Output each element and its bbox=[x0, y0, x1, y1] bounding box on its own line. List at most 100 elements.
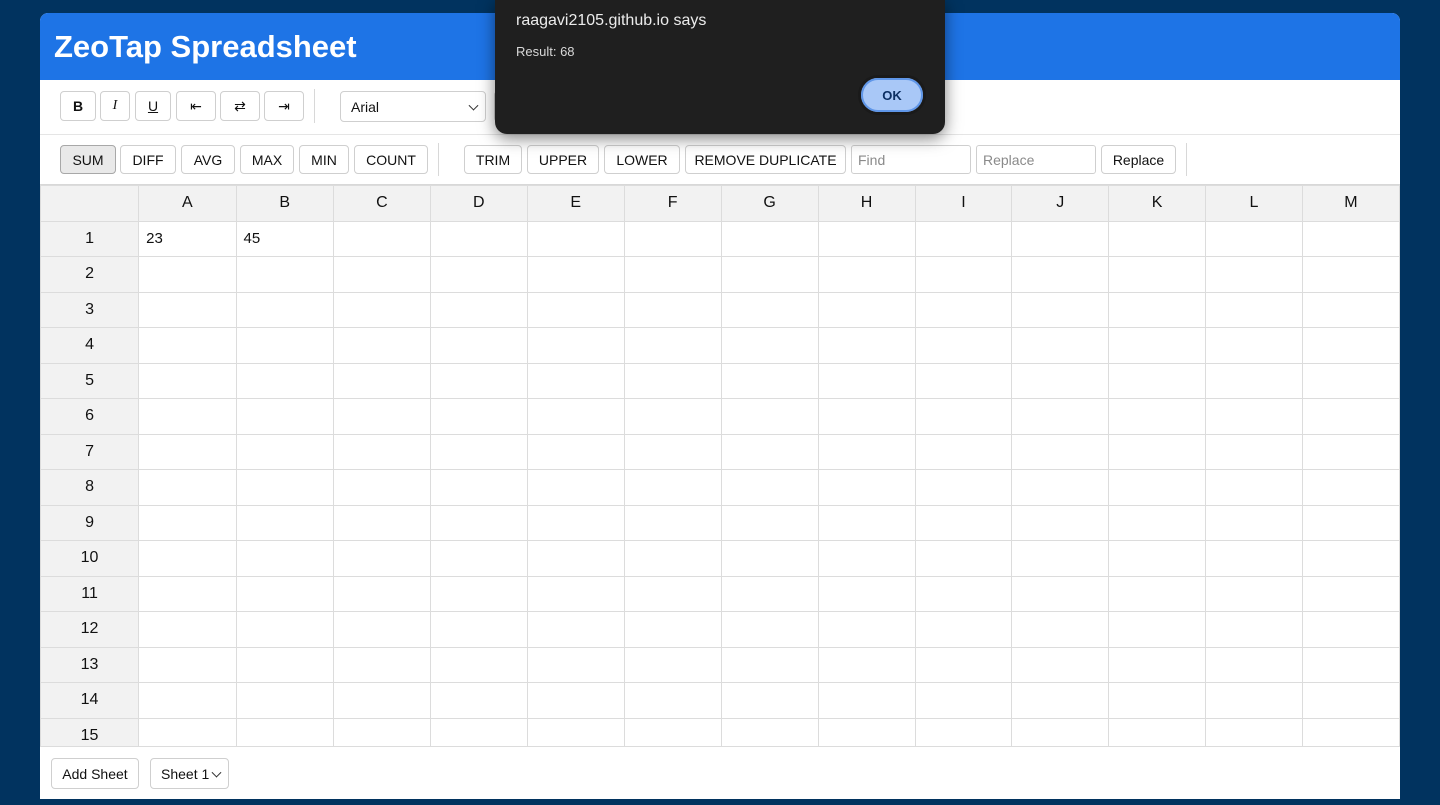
count-button[interactable]: COUNT bbox=[354, 145, 428, 174]
cell-m1[interactable] bbox=[1301, 220, 1400, 257]
cell-b2[interactable] bbox=[235, 256, 334, 293]
cell-b5[interactable] bbox=[235, 362, 334, 399]
cell-e11[interactable] bbox=[526, 575, 625, 612]
cell-c10[interactable] bbox=[332, 540, 431, 577]
cell-h10[interactable] bbox=[817, 540, 916, 577]
cell-g7[interactable] bbox=[720, 433, 819, 470]
cell-g14[interactable] bbox=[720, 682, 819, 719]
cell-f5[interactable] bbox=[623, 362, 722, 399]
cell-k5[interactable] bbox=[1108, 362, 1207, 399]
cell-e12[interactable] bbox=[526, 611, 625, 648]
cell-g4[interactable] bbox=[720, 327, 819, 364]
cell-e3[interactable] bbox=[526, 291, 625, 328]
cell-j11[interactable] bbox=[1011, 575, 1110, 612]
cell-a9[interactable] bbox=[138, 504, 237, 541]
cell-c11[interactable] bbox=[332, 575, 431, 612]
cell-l14[interactable] bbox=[1205, 682, 1303, 719]
cell-e14[interactable] bbox=[526, 682, 625, 719]
row-header-9[interactable]: 9 bbox=[40, 504, 140, 541]
row-header-14[interactable]: 14 bbox=[40, 682, 140, 719]
cell-j1[interactable] bbox=[1011, 220, 1110, 257]
column-header-k[interactable]: K bbox=[1108, 185, 1207, 222]
cell-i4[interactable] bbox=[914, 327, 1013, 364]
cell-m11[interactable] bbox=[1301, 575, 1400, 612]
cell-d5[interactable] bbox=[429, 362, 528, 399]
column-header-m[interactable]: M bbox=[1301, 185, 1400, 222]
cell-l5[interactable] bbox=[1205, 362, 1303, 399]
cell-g15[interactable] bbox=[720, 717, 819, 746]
cell-k6[interactable] bbox=[1108, 398, 1207, 435]
cell-e10[interactable] bbox=[526, 540, 625, 577]
cell-h14[interactable] bbox=[817, 682, 916, 719]
cell-f11[interactable] bbox=[623, 575, 722, 612]
cell-f2[interactable] bbox=[623, 256, 722, 293]
cell-m4[interactable] bbox=[1301, 327, 1400, 364]
cell-l11[interactable] bbox=[1205, 575, 1303, 612]
replace-input[interactable] bbox=[976, 145, 1096, 174]
cell-a2[interactable] bbox=[138, 256, 237, 293]
cell-h12[interactable] bbox=[817, 611, 916, 648]
cell-f15[interactable] bbox=[623, 717, 722, 746]
cell-k7[interactable] bbox=[1108, 433, 1207, 470]
find-input[interactable] bbox=[851, 145, 971, 174]
cell-m9[interactable] bbox=[1301, 504, 1400, 541]
column-header-a[interactable]: A bbox=[138, 185, 237, 222]
cell-k8[interactable] bbox=[1108, 469, 1207, 506]
cell-m5[interactable] bbox=[1301, 362, 1400, 399]
cell-b11[interactable] bbox=[235, 575, 334, 612]
cell-l4[interactable] bbox=[1205, 327, 1303, 364]
cell-a13[interactable] bbox=[138, 646, 237, 683]
cell-b6[interactable] bbox=[235, 398, 334, 435]
sheet-select[interactable]: Sheet 1 bbox=[150, 758, 229, 789]
cell-e13[interactable] bbox=[526, 646, 625, 683]
cell-c13[interactable] bbox=[332, 646, 431, 683]
cell-b7[interactable] bbox=[235, 433, 334, 470]
cell-b1[interactable]: 45 bbox=[235, 220, 334, 257]
cell-g9[interactable] bbox=[720, 504, 819, 541]
cell-b8[interactable] bbox=[235, 469, 334, 506]
column-header-d[interactable]: D bbox=[429, 185, 528, 222]
cell-i10[interactable] bbox=[914, 540, 1013, 577]
cell-l9[interactable] bbox=[1205, 504, 1303, 541]
cell-j7[interactable] bbox=[1011, 433, 1110, 470]
cell-b14[interactable] bbox=[235, 682, 334, 719]
cell-l10[interactable] bbox=[1205, 540, 1303, 577]
cell-h1[interactable] bbox=[817, 220, 916, 257]
cell-d9[interactable] bbox=[429, 504, 528, 541]
align-left-button[interactable]: ⇤ bbox=[176, 91, 216, 121]
cell-c2[interactable] bbox=[332, 256, 431, 293]
column-header-j[interactable]: J bbox=[1011, 185, 1110, 222]
min-button[interactable]: MIN bbox=[299, 145, 349, 174]
cell-k11[interactable] bbox=[1108, 575, 1207, 612]
cell-k2[interactable] bbox=[1108, 256, 1207, 293]
cell-m3[interactable] bbox=[1301, 291, 1400, 328]
cell-d13[interactable] bbox=[429, 646, 528, 683]
column-header-c[interactable]: C bbox=[332, 185, 431, 222]
cell-i9[interactable] bbox=[914, 504, 1013, 541]
cell-i1[interactable] bbox=[914, 220, 1013, 257]
cell-l15[interactable] bbox=[1205, 717, 1303, 746]
cell-d11[interactable] bbox=[429, 575, 528, 612]
cell-f8[interactable] bbox=[623, 469, 722, 506]
cell-g11[interactable] bbox=[720, 575, 819, 612]
cell-h15[interactable] bbox=[817, 717, 916, 746]
column-header-f[interactable]: F bbox=[623, 185, 722, 222]
cell-d15[interactable] bbox=[429, 717, 528, 746]
cell-h5[interactable] bbox=[817, 362, 916, 399]
cell-k13[interactable] bbox=[1108, 646, 1207, 683]
align-right-button[interactable]: ⇥ bbox=[264, 91, 304, 121]
cell-k14[interactable] bbox=[1108, 682, 1207, 719]
cell-a12[interactable] bbox=[138, 611, 237, 648]
row-header-6[interactable]: 6 bbox=[40, 398, 140, 435]
cell-a15[interactable] bbox=[138, 717, 237, 746]
cell-b13[interactable] bbox=[235, 646, 334, 683]
cell-b9[interactable] bbox=[235, 504, 334, 541]
cell-c9[interactable] bbox=[332, 504, 431, 541]
cell-d12[interactable] bbox=[429, 611, 528, 648]
trim-button[interactable]: TRIM bbox=[464, 145, 522, 174]
cell-h4[interactable] bbox=[817, 327, 916, 364]
cell-a4[interactable] bbox=[138, 327, 237, 364]
column-header-h[interactable]: H bbox=[817, 185, 916, 222]
row-header-5[interactable]: 5 bbox=[40, 362, 140, 399]
column-header-i[interactable]: I bbox=[914, 185, 1013, 222]
